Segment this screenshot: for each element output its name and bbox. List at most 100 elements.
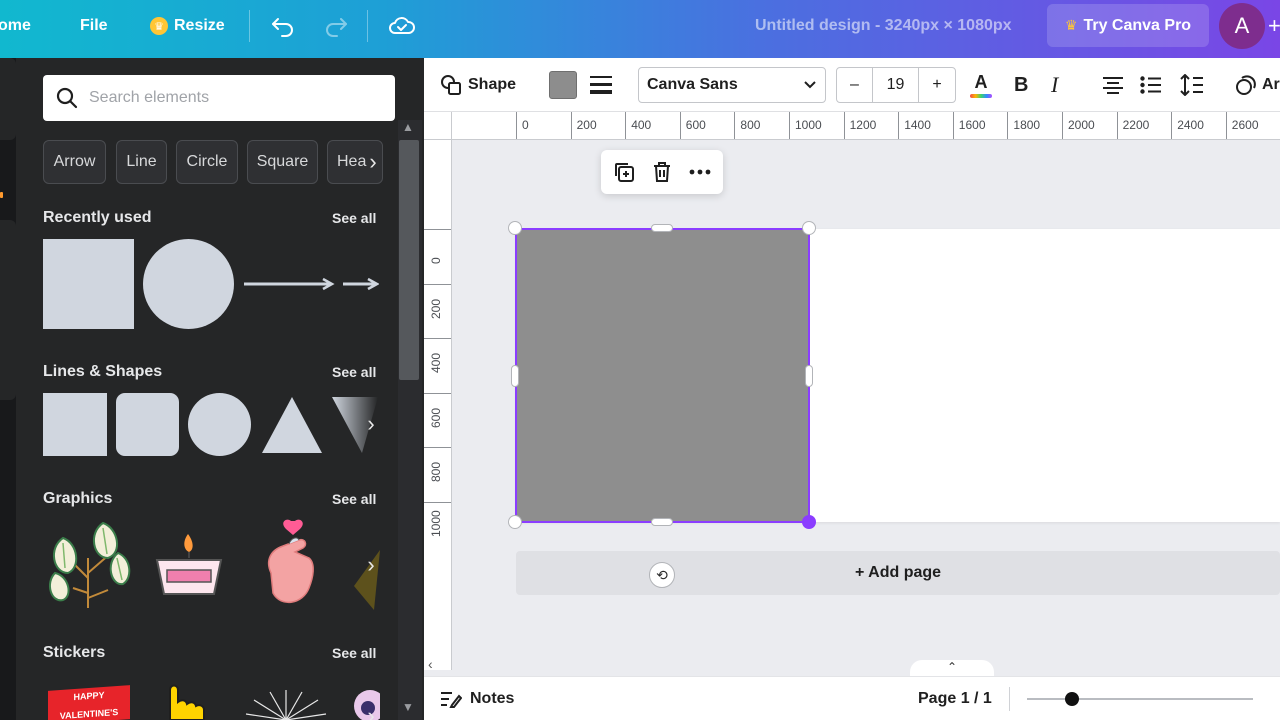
vertical-ruler: 0 200 400 600 800 1000 [424,140,452,670]
avatar[interactable]: A [1219,3,1265,49]
element-circle[interactable] [143,239,234,329]
chip-arrow[interactable]: Arrow [43,140,106,184]
resize-handle-bottom-right[interactable] [802,515,816,529]
chevron-left-icon[interactable]: ‹ [428,656,433,672]
search-icon [56,87,78,109]
search-input[interactable] [89,89,379,107]
text-color-button[interactable]: A [970,58,992,112]
divider [367,10,368,42]
resize-handle-left[interactable] [511,365,519,387]
chevron-right-icon[interactable]: › [357,551,385,579]
notes-button[interactable]: Notes [440,677,514,720]
rail-indicator [0,192,3,198]
chevron-right-icon[interactable]: › [357,410,385,438]
scroll-down-icon[interactable]: ▼ [402,700,414,714]
chip-line[interactable]: Line [116,140,167,184]
see-all-recently-used[interactable]: See all [332,210,376,226]
valentines-sticker[interactable]: HAPPY VALENTINE'S [48,685,130,720]
see-all-stickers[interactable]: See all [332,645,376,661]
plant-graphic[interactable] [43,518,133,610]
chevron-right-icon[interactable]: › [357,702,385,720]
fill-color-swatch[interactable] [549,71,577,99]
add-collaborator-button[interactable]: + [1268,0,1280,52]
italic-button[interactable]: I [1051,58,1058,112]
decrease-font-size-button[interactable]: – [837,68,873,102]
resize-handle-top-left[interactable] [508,221,522,235]
shape-rounded-square[interactable] [116,393,179,456]
resize-handle-top[interactable] [651,224,673,232]
ruler-tick-label: 1200 [843,112,876,139]
list-button[interactable] [1140,58,1162,112]
ruler-tick-label: 800 [734,112,760,139]
resize-handle-top-right[interactable] [802,221,816,235]
effects-button[interactable]: Ar [1234,58,1280,112]
notes-icon [441,692,462,708]
see-all-graphics[interactable]: See all [332,491,376,507]
ruler-tick-label: 1000 [424,502,451,556]
font-family-select[interactable]: Canva Sans [638,67,826,103]
border-style-button[interactable] [590,58,612,112]
resize-handle-bottom-left[interactable] [508,515,522,529]
element-arrow-short[interactable] [343,276,379,292]
floating-element-toolbar [601,150,723,194]
search-box[interactable] [43,75,395,121]
resize-handle-bottom[interactable] [651,518,673,526]
ruler-tick-label: 2400 [1171,112,1204,139]
scroll-up-icon[interactable]: ▲ [402,120,414,134]
shape-label: Shape [468,76,517,93]
shape-circle[interactable] [188,393,251,456]
notes-label: Notes [470,690,515,707]
sparkle-sticker[interactable] [244,686,328,720]
divider [1009,687,1010,711]
text-align-button[interactable] [1102,58,1124,112]
chip-square[interactable]: Square [247,140,318,184]
try-canva-pro-button[interactable]: ♛ Try Canva Pro [1047,4,1209,47]
duplicate-button[interactable] [605,150,643,194]
home-link[interactable]: ome [0,0,31,52]
trash-icon [654,162,670,182]
border-weight-icon [590,76,612,94]
scrollbar-thumb[interactable] [399,140,419,380]
crown-icon: ♛ [1064,17,1078,33]
divider [249,10,250,42]
more-options-button[interactable] [681,150,719,194]
section-title-graphics: Graphics [43,490,113,507]
shape-square[interactable] [43,393,107,456]
font-size-input[interactable]: 19 [873,68,919,102]
design-title[interactable]: Untitled design - 3240px × 1080px [755,0,1012,52]
resize-handle-right[interactable] [805,365,813,387]
bold-button[interactable]: B [1014,58,1028,112]
rail-tab[interactable] [0,58,16,140]
cloud-save-button[interactable] [388,0,416,52]
hand-sticker[interactable] [156,684,220,720]
spacing-button[interactable] [1180,58,1204,112]
finger-heart-graphic[interactable] [261,518,321,608]
delete-button[interactable] [643,150,681,194]
shape-button[interactable]: Shape [440,58,516,112]
candle-graphic[interactable] [154,530,224,598]
top-bar: ome File ♛ Resize Untitled design - 3240… [0,0,1280,58]
rail-tab-active[interactable] [0,220,16,400]
shape-triangle[interactable] [260,393,324,456]
zoom-slider-knob[interactable] [1065,692,1080,706]
redo-button[interactable] [323,0,349,52]
undo-button[interactable] [270,0,296,52]
chevron-right-icon[interactable]: › [359,148,387,176]
rotate-handle[interactable]: ⟲ [649,562,675,588]
zoom-slider-track[interactable] [1027,698,1253,700]
text-color-icon: A [974,72,988,92]
chip-circle[interactable]: Circle [176,140,238,184]
element-arrow-line[interactable] [243,276,335,292]
resize-button[interactable]: ♛ Resize [150,0,225,52]
bottom-bar: Notes Page 1 / 1 [424,676,1280,720]
element-square[interactable] [43,239,134,329]
ruler-tick-label: 1400 [898,112,931,139]
effects-label: Ar [1262,76,1280,93]
ruler-tick-label: 0 [424,229,451,283]
elements-panel: Arrow Line Circle Square Hea › Recently … [16,58,424,720]
file-menu[interactable]: File [80,0,108,52]
add-page-button[interactable]: + Add page [516,551,1280,595]
page-indicator[interactable]: Page 1 / 1 [918,677,992,720]
increase-font-size-button[interactable]: + [919,68,955,102]
see-all-lines-shapes[interactable]: See all [332,364,376,380]
